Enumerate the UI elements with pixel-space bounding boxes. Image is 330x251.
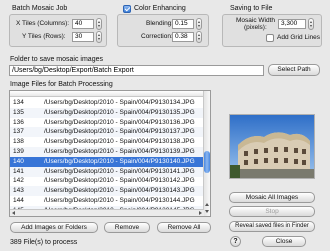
mosaic-width-field[interactable]: 3,300 [278,19,306,29]
scroll-left-arrow-icon[interactable] [12,211,15,215]
table-row[interactable]: 142/Users/bg/Desktop/2010 - Spain/004/P9… [10,176,204,186]
add-images-button[interactable]: Add Images or Folders [10,222,98,233]
remove-all-button[interactable]: Remove All [157,222,211,233]
table-row[interactable]: 141/Users/bg/Desktop/2010 - Spain/004/P9… [10,166,204,177]
mosaic-width-stepper[interactable] [308,18,314,30]
row-path: /Users/bg/Desktop/2010 - Spain/004/P9130… [44,108,195,116]
color-enhancing-checkbox[interactable] [123,5,131,13]
blending-label: Blending: [146,20,174,27]
image-files-label: Image Files for Batch Processing [10,81,113,88]
reveal-in-finder-button[interactable]: Reveal saved files in Finder [229,221,315,232]
table-row[interactable]: 144/Users/bg/Desktop/2010 - Spain/004/P9… [10,196,204,206]
x-tiles-field[interactable]: 40 [72,19,94,29]
table-row[interactable]: 135/Users/bg/Desktop/2010 - Spain/004/P9… [10,107,204,118]
grid-lines-label: Add Grid Lines [277,34,320,41]
row-number: 144 [13,197,24,204]
horizontal-scrollbar[interactable] [10,209,204,216]
row-path: /Users/bg/Desktop/2010 - Spain/004/P9130… [44,99,195,106]
row-number: 134 [13,99,24,106]
select-path-button[interactable]: Select Path [268,64,320,76]
row-path: /Users/bg/Desktop/2010 - Spain/004/P9130… [44,197,195,204]
row-path: /Users/bg/Desktop/2010 - Spain/004/P9130… [44,138,195,146]
saving-title: Saving to File [230,5,273,12]
row-path: /Users/bg/Desktop/2010 - Spain/004/P9130… [44,148,195,155]
y-tiles-stepper[interactable] [96,31,102,43]
row-number: 138 [13,138,24,146]
table-row[interactable]: 136/Users/bg/Desktop/2010 - Spain/004/P9… [10,118,204,128]
row-path: /Users/bg/Desktop/2010 - Spain/004/P9130… [44,118,195,126]
row-number: 135 [13,108,24,116]
list-header [10,91,204,97]
remove-button[interactable]: Remove [104,222,150,233]
correction-field[interactable]: 0.38 [172,32,194,42]
mosaic-width-label: Mosaic Width [236,17,276,24]
stop-button[interactable]: Stop [229,206,315,217]
help-button[interactable]: ? [230,236,241,247]
row-number: 139 [13,148,24,155]
folder-label: Folder to save mosaic images [10,56,103,63]
row-number: 141 [13,167,24,175]
mosaic-width-unit-label: (pixels): [244,24,267,31]
row-path: /Users/bg/Desktop/2010 - Spain/004/P9130… [44,157,195,165]
blending-field[interactable]: 0.15 [172,19,194,29]
row-number: 136 [13,118,24,126]
y-tiles-label: Y Tiles (Rows): [22,33,66,40]
image-files-list[interactable]: 134/Users/bg/Desktop/2010 - Spain/004/P9… [9,90,211,217]
row-path: /Users/bg/Desktop/2010 - Spain/004/P9130… [44,187,195,195]
close-button[interactable]: Close [262,236,306,247]
scroll-down-arrow-icon[interactable] [205,210,209,213]
table-row[interactable]: 138/Users/bg/Desktop/2010 - Spain/004/P9… [10,137,204,147]
vertical-scrollbar[interactable] [203,91,210,216]
status-text: 389 File(s) to process [10,239,78,246]
row-number: 137 [13,128,24,136]
color-enhancing-title: Color Enhancing [134,5,186,12]
scrollbar-thumb[interactable] [204,151,210,173]
row-number: 142 [13,177,24,185]
color-enhancing-group [117,14,209,47]
x-tiles-label: X Tiles (Columns): [16,20,70,27]
row-path: /Users/bg/Desktop/2010 - Spain/004/P9130… [44,128,195,136]
blending-stepper[interactable] [196,18,202,30]
batch-job-title: Batch Mosaic Job [12,5,68,12]
table-row[interactable]: 143/Users/bg/Desktop/2010 - Spain/004/P9… [10,186,204,197]
grid-lines-checkbox[interactable] [266,34,274,42]
x-tiles-stepper[interactable] [96,18,102,30]
scroll-up-arrow-icon[interactable] [205,203,209,206]
building-photo-icon [230,115,314,178]
scroll-right-arrow-icon[interactable] [199,211,202,215]
row-path: /Users/bg/Desktop/2010 - Spain/004/P9130… [44,167,195,175]
row-number: 143 [13,187,24,195]
correction-label: Correction: [141,33,173,40]
y-tiles-field[interactable]: 30 [72,32,94,42]
table-row[interactable]: 134/Users/bg/Desktop/2010 - Spain/004/P9… [10,98,204,108]
image-preview [229,114,315,179]
table-row[interactable]: 137/Users/bg/Desktop/2010 - Spain/004/P9… [10,127,204,138]
table-row[interactable]: 139/Users/bg/Desktop/2010 - Spain/004/P9… [10,147,204,157]
mosaic-all-button[interactable]: Mosaic All Images [229,192,315,203]
folder-path-field[interactable]: /Users/bg/Desktop/Export/Batch Export [9,65,264,76]
row-path: /Users/bg/Desktop/2010 - Spain/004/P9130… [44,177,195,185]
table-row[interactable]: 140/Users/bg/Desktop/2010 - Spain/004/P9… [10,156,204,167]
correction-stepper[interactable] [196,31,202,43]
row-number: 140 [13,157,24,165]
